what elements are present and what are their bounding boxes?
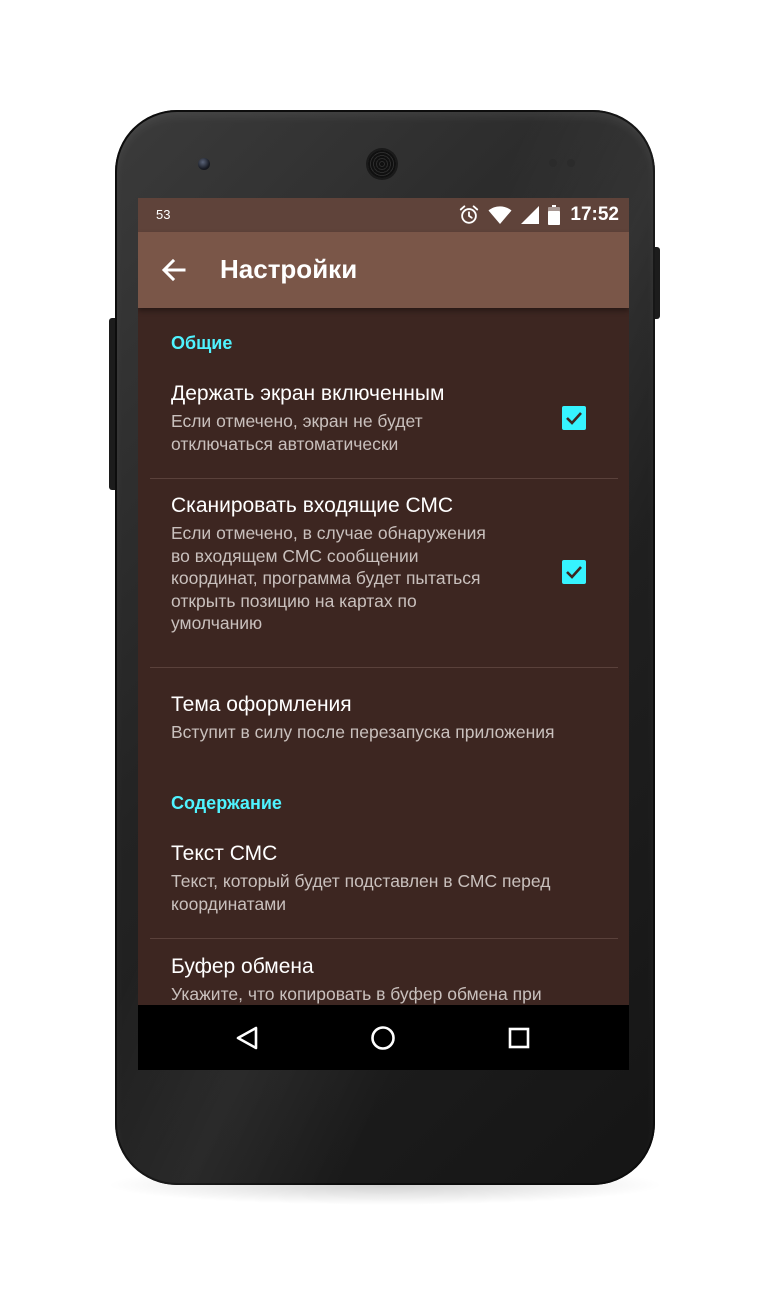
pref-sms-text[interactable]: Текст СМС Текст, который будет подставле… — [138, 823, 629, 938]
app-bar: Настройки — [138, 232, 629, 308]
proximity-sensor — [549, 159, 557, 167]
pref-title: Тема оформления — [171, 693, 352, 716]
page-title: Настройки — [220, 254, 358, 284]
light-sensor — [567, 159, 575, 167]
pref-theme[interactable]: Тема оформления Вступит в силу после пер… — [138, 668, 629, 763]
nav-back-button[interactable] — [230, 1021, 264, 1055]
arrow-left-icon — [161, 258, 186, 282]
nav-home-button[interactable] — [366, 1021, 400, 1055]
navigation-bar — [138, 1005, 629, 1070]
checkmark-icon — [566, 412, 582, 425]
nav-recents-button[interactable] — [502, 1021, 536, 1055]
pref-summary: Текст, который будет подставлен в СМС пе… — [171, 871, 551, 914]
pref-summary: Если отмечено, в случае обнаружения во в… — [171, 523, 486, 633]
pref-title: Буфер обмена — [171, 955, 314, 978]
pref-title: Сканировать входящие СМС — [171, 494, 454, 517]
status-icons: 17:52 — [458, 203, 619, 227]
battery-icon — [548, 205, 561, 225]
pref-keep-screen-on[interactable]: Держать экран включенным Если отмечено, … — [138, 368, 629, 478]
notification-count: 53 — [156, 207, 171, 222]
earpiece-speaker — [368, 150, 396, 178]
wifi-icon — [488, 206, 512, 224]
pref-summary: Вступит в силу после перезапуска приложе… — [171, 722, 555, 742]
clock: 17:52 — [570, 204, 619, 225]
home-circle-icon — [371, 1026, 395, 1050]
alarm-icon — [460, 205, 479, 224]
pref-scan-sms[interactable]: Сканировать входящие СМС Если отмечено, … — [138, 479, 629, 667]
section-header-general: Общие — [171, 333, 233, 353]
settings-list[interactable]: Общие Держать экран включенным Если отме… — [138, 308, 629, 1005]
recents-square-icon — [508, 1027, 530, 1049]
back-triangle-icon — [236, 1026, 258, 1050]
status-bar: 53 17:52 — [138, 198, 629, 232]
pref-summary: Укажите, что копировать в буфер обмена п… — [171, 984, 542, 1004]
scan-sms-checkbox[interactable] — [562, 560, 586, 584]
signal-icon — [521, 206, 540, 224]
section-header-content: Содержание — [171, 793, 282, 813]
pref-title: Текст СМС — [171, 842, 278, 865]
front-camera-icon — [198, 158, 210, 170]
pref-clipboard[interactable]: Буфер обмена Укажите, что копировать в б… — [138, 939, 629, 1005]
pref-title: Держать экран включенным — [171, 382, 445, 405]
checkmark-icon — [566, 566, 582, 579]
keep-screen-on-checkbox[interactable] — [562, 406, 586, 430]
back-button[interactable] — [158, 254, 190, 286]
pref-summary: Если отмечено, экран не будет отключатьс… — [171, 411, 423, 454]
screen: 53 17:52 Настройки Общие Держать экран в… — [138, 198, 629, 1070]
